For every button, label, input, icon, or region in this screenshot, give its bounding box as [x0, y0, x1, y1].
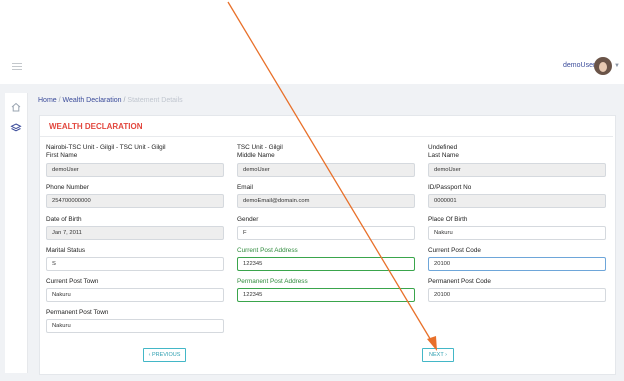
- home-icon[interactable]: [10, 101, 22, 113]
- last-name-label: Last Name: [428, 152, 459, 159]
- current-post-address-field[interactable]: 122345: [237, 257, 415, 271]
- user-menu-name[interactable]: demoUser: [563, 62, 595, 69]
- first-name-label: First Name: [46, 152, 78, 159]
- middle-name-field[interactable]: demoUser: [237, 163, 415, 177]
- avatar[interactable]: [594, 57, 612, 75]
- permanent-post-address-label: Permanent Post Address: [237, 278, 308, 285]
- hamburger-icon[interactable]: [12, 63, 22, 70]
- layers-icon[interactable]: [10, 122, 22, 134]
- id-passport-label: ID/Passport No: [428, 184, 472, 191]
- page-title: WEALTH DECLARATION: [49, 122, 143, 131]
- next-button[interactable]: NEXT ›: [422, 348, 454, 362]
- last-name-field[interactable]: demoUser: [428, 163, 606, 177]
- gender-label: Gender: [237, 216, 259, 223]
- permanent-post-code-field[interactable]: 20100: [428, 288, 606, 302]
- current-post-town-label: Current Post Town: [46, 278, 99, 285]
- breadcrumb-statement-details: Statement Details: [127, 97, 183, 104]
- marital-status-field[interactable]: S: [46, 257, 224, 271]
- marital-status-label: Marital Status: [46, 247, 86, 254]
- place-of-birth-field[interactable]: Nakuru: [428, 226, 606, 240]
- first-name-field[interactable]: demoUser: [46, 163, 224, 177]
- permanent-post-code-label: Permanent Post Code: [428, 278, 491, 285]
- divider: [40, 136, 613, 137]
- previous-button[interactable]: ‹ PREVIOUS: [143, 348, 186, 362]
- current-post-code-field[interactable]: 20100: [428, 257, 606, 271]
- side-nav: [5, 93, 28, 373]
- form-card: [39, 115, 616, 375]
- dob-field[interactable]: Jan 7, 2011: [46, 226, 224, 240]
- phone-field[interactable]: 254700000000: [46, 194, 224, 208]
- breadcrumb-home[interactable]: Home: [38, 97, 57, 104]
- place-of-birth-label: Place Of Birth: [428, 216, 468, 223]
- last-name-context: Undefined: [428, 144, 458, 151]
- permanent-post-town-label: Permanent Post Town: [46, 309, 109, 316]
- current-post-town-field[interactable]: Nakuru: [46, 288, 224, 302]
- current-post-address-label: Current Post Address: [237, 247, 298, 254]
- breadcrumb-wealth-declaration[interactable]: Wealth Declaration: [63, 97, 122, 104]
- id-passport-field[interactable]: 0000001: [428, 194, 606, 208]
- current-post-code-label: Current Post Code: [428, 247, 481, 254]
- middle-name-label: Middle Name: [237, 152, 275, 159]
- phone-label: Phone Number: [46, 184, 89, 191]
- breadcrumb: Home / Wealth Declaration / Statement De…: [38, 97, 183, 104]
- middle-name-context: TSC Unit - Gilgil: [237, 144, 283, 151]
- email-field[interactable]: demoEmail@domain.com: [237, 194, 415, 208]
- chevron-down-icon[interactable]: ▼: [614, 63, 620, 69]
- dob-label: Date of Birth: [46, 216, 82, 223]
- first-name-context: Nairobi-TSC Unit - Gilgil - TSC Unit - G…: [46, 144, 166, 151]
- gender-field[interactable]: F: [237, 226, 415, 240]
- email-label: Email: [237, 184, 253, 191]
- top-bar: [0, 0, 624, 84]
- permanent-post-address-field[interactable]: 122345: [237, 288, 415, 302]
- breadcrumb-separator: /: [58, 97, 61, 104]
- permanent-post-town-field[interactable]: Nakuru: [46, 319, 224, 333]
- breadcrumb-separator: /: [123, 97, 126, 104]
